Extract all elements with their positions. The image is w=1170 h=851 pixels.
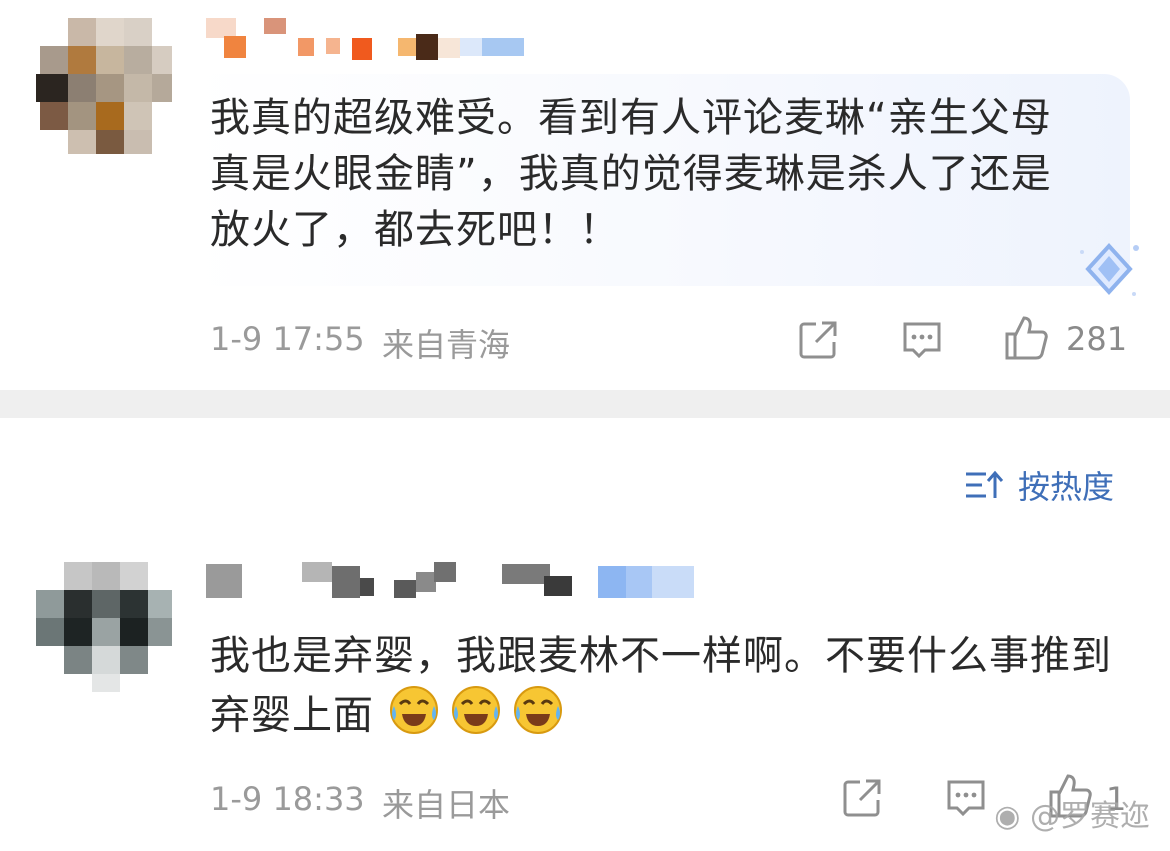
diamond-badge-icon — [1074, 238, 1144, 300]
laugh-cry-emoji — [512, 684, 564, 751]
like-button[interactable] — [1000, 312, 1052, 364]
weibo-logo-icon: ◉ — [994, 799, 1021, 834]
share-button[interactable] — [836, 772, 888, 824]
avatar[interactable] — [36, 18, 172, 154]
laugh-cry-emoji — [388, 684, 440, 751]
share-button[interactable] — [792, 314, 844, 366]
sort-label: 按热度 — [1018, 468, 1115, 506]
comment-time: 1-9 17:55 — [210, 320, 365, 358]
watermark: ◉ @罗赛迩 — [994, 791, 1150, 835]
avatar[interactable] — [36, 558, 172, 694]
laugh-cry-emoji — [450, 684, 502, 751]
comment-icon — [903, 322, 941, 359]
share-icon — [799, 321, 837, 359]
share-icon — [843, 779, 881, 817]
sort-toggle[interactable]: 按热度 — [964, 463, 1114, 507]
comment-text: 我也是弃婴，我跟麦林不一样啊。不要什么事推到弃婴上面 — [210, 628, 1130, 751]
section-divider — [0, 390, 1170, 418]
comment-icon — [947, 780, 985, 817]
comment-location: 来自青海 — [382, 326, 511, 364]
username-blurred[interactable] — [206, 18, 526, 64]
thumbs-up-icon — [1005, 316, 1048, 360]
username-blurred[interactable] — [206, 560, 696, 604]
like-count: 281 — [1066, 320, 1128, 358]
sort-icon — [966, 470, 1004, 498]
watermark-text: @罗赛迩 — [1030, 799, 1150, 834]
reply-button[interactable] — [940, 772, 992, 824]
comment-text: 我真的超级难受。看到有人评论麦琳“亲生父母真是火眼金睛”，我真的觉得麦琳是杀人了… — [210, 95, 1052, 253]
reply-button[interactable] — [896, 314, 948, 366]
comment-text-body: 我也是弃婴，我跟麦林不一样啊。不要什么事推到弃婴上面 — [210, 633, 1112, 739]
comment-time: 1-9 18:33 — [210, 780, 365, 818]
comment-location: 来自日本 — [382, 786, 511, 824]
